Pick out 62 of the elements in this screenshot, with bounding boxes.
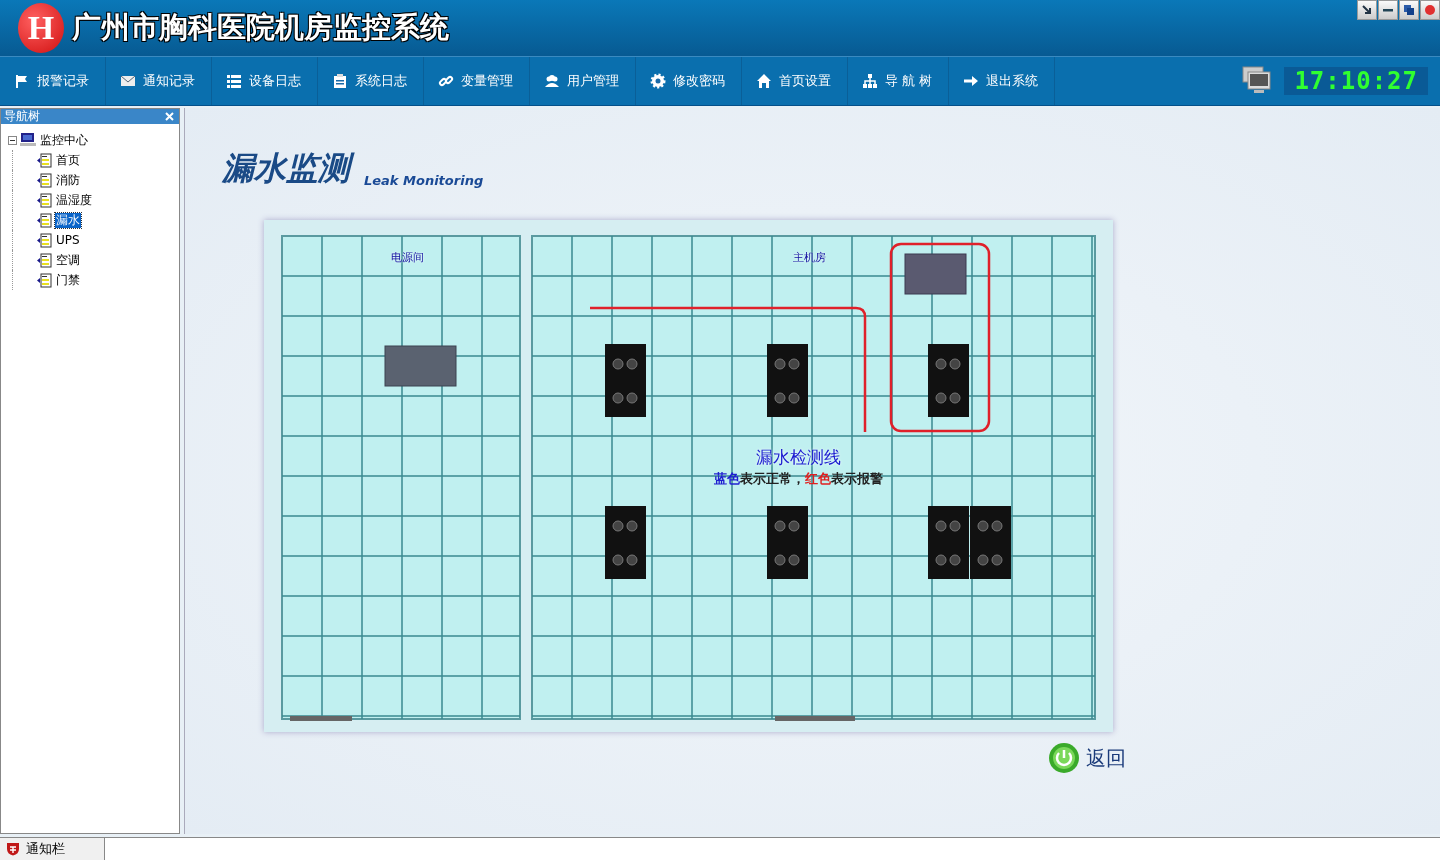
document-icon [35, 152, 52, 168]
maximize-button[interactable] [1399, 0, 1419, 20]
document-icon [35, 172, 52, 188]
page-subtitle: Leak Monitoring [364, 173, 484, 188]
tree-item[interactable]: 温湿度 [55, 192, 93, 208]
back-button[interactable]: 返回 [1048, 742, 1126, 774]
envelope-icon [120, 73, 136, 89]
restore-button[interactable] [1357, 0, 1377, 20]
door [290, 716, 352, 721]
flag-icon [14, 73, 30, 89]
room-label: 电源间 [390, 250, 424, 265]
document-icon [35, 192, 52, 208]
tree-item[interactable]: 首页 [55, 152, 81, 168]
tree-item[interactable]: UPS [55, 232, 81, 248]
toolbar-button[interactable]: 修改密码 [636, 57, 742, 105]
maximize-icon [1403, 4, 1415, 16]
legend-title: 漏水检测线 [755, 446, 841, 469]
arrow-icon [1361, 4, 1373, 16]
document-icon [35, 252, 52, 268]
power-icon [1048, 742, 1080, 774]
toolbar-button[interactable]: 报警记录 [0, 57, 106, 105]
page-title: 漏水监测 [222, 146, 358, 190]
collapse-toggle-icon[interactable] [8, 135, 17, 145]
toolbar-button[interactable]: 退出系统 [949, 57, 1056, 105]
tree-item[interactable]: 空调 [55, 252, 81, 268]
toolbar-button[interactable]: 设备日志 [212, 57, 318, 105]
logo-icon: H [18, 3, 64, 53]
close-icon [1424, 4, 1436, 16]
settings-icon [650, 73, 666, 89]
list-icon [226, 73, 242, 89]
legend-text: 蓝色表示正常，红色表示报警 [713, 470, 883, 488]
toolbar-button[interactable]: 系统日志 [318, 57, 424, 105]
arrow-right-icon [963, 73, 980, 89]
toolbar-button[interactable]: 变量管理 [424, 57, 530, 105]
window-title: 广州市胸科医院机房监控系统 [72, 10, 449, 45]
users-icon [544, 73, 560, 89]
home-icon [756, 73, 772, 89]
status-tab[interactable]: 通知栏 [0, 838, 105, 860]
tree-item[interactable]: 门禁 [55, 272, 81, 288]
tree-item[interactable]: 消防 [55, 172, 81, 188]
tree-item[interactable]: 漏水 [55, 212, 81, 228]
document-icon [35, 212, 52, 228]
toolbar-button[interactable]: 首页设置 [742, 57, 848, 105]
close-icon[interactable] [165, 112, 174, 121]
room-label: 主机房 [792, 250, 826, 265]
toolbar-button[interactable]: 通知记录 [106, 57, 212, 105]
shield-icon [6, 842, 20, 856]
clipboard-icon [332, 73, 348, 89]
cabinet [904, 253, 967, 295]
minimize-button[interactable] [1378, 0, 1398, 20]
computer-icon [20, 133, 36, 147]
status-tab-label: 通知栏 [26, 840, 65, 858]
document-icon [35, 232, 52, 248]
toolbar-button[interactable]: 导 航 树 [848, 57, 950, 105]
monitors-icon[interactable] [1242, 66, 1273, 96]
close-button[interactable] [1420, 0, 1440, 20]
toolbar-button[interactable]: 用户管理 [530, 57, 636, 105]
tree-item[interactable]: 监控中心 [39, 132, 89, 148]
link-icon [438, 73, 454, 89]
hierarchy-icon [862, 73, 878, 89]
digital-clock: 17:10:27 [1284, 67, 1428, 95]
sidebar-title: 导航树 [4, 109, 40, 124]
